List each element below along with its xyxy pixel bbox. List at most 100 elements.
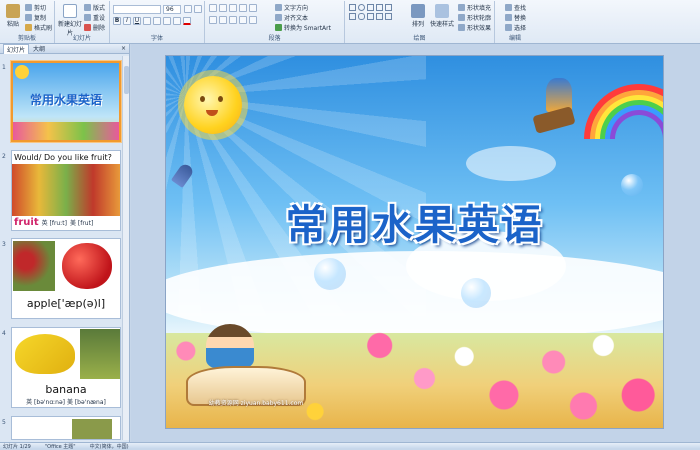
- align-right-icon[interactable]: [229, 16, 237, 24]
- delete-slide-button[interactable]: 删除: [84, 23, 105, 32]
- slide-number: 3: [2, 241, 6, 248]
- watermark-site: 幼教资源网 ziyuan.baby611.com: [208, 400, 304, 407]
- thumb-word: banana: [45, 383, 87, 396]
- select-button[interactable]: 选择: [505, 23, 526, 32]
- columns-icon[interactable]: [249, 16, 257, 24]
- paste-icon: [6, 4, 20, 18]
- slide-canvas: 常用水果英语 幼教资源网 ziyuan.baby611.com: [131, 44, 700, 442]
- arrow-shape-icon[interactable]: [376, 4, 383, 11]
- numbering-icon[interactable]: [219, 4, 227, 12]
- line-spacing-icon[interactable]: [249, 4, 257, 12]
- slide-thumbnail-4[interactable]: banana 英 [bə'nɑːnə] 美 [bə'næna]: [11, 327, 121, 408]
- font-color-icon[interactable]: [183, 17, 191, 25]
- align-center-icon[interactable]: [219, 16, 227, 24]
- oval-shape-icon[interactable]: [358, 4, 365, 11]
- outline-icon: [458, 14, 465, 21]
- text-direction-button[interactable]: 文字方向: [275, 3, 308, 12]
- clipboard-label: 剪贴板: [17, 35, 36, 42]
- paragraph-label: 段落: [268, 35, 281, 42]
- effects-icon: [458, 24, 465, 31]
- editing-label: 编辑: [508, 35, 521, 42]
- language-indicator[interactable]: 中文(简体，中国): [90, 443, 129, 450]
- shape-outline-button[interactable]: 形状轮廓: [458, 13, 491, 22]
- strikethrough-icon[interactable]: [143, 17, 151, 25]
- drawing-group: 排列 快速样式 形状填充 形状轮廓 形状效果 绘图: [345, 1, 495, 43]
- smartart-icon: [275, 24, 282, 31]
- shape-effects-button[interactable]: 形状效果: [458, 23, 491, 32]
- arrange-button[interactable]: 排列: [407, 4, 429, 28]
- bubble: [314, 258, 346, 290]
- font-name-box[interactable]: [113, 5, 161, 14]
- children-illustration: [206, 324, 254, 368]
- brace-shape-icon[interactable]: [376, 13, 383, 20]
- change-case-icon[interactable]: [173, 17, 181, 25]
- reset-button[interactable]: 重设: [84, 13, 105, 22]
- pane-scrollbar[interactable]: [122, 56, 129, 440]
- char-spacing-icon[interactable]: [163, 17, 171, 25]
- pane-tabs: 幻灯片 大纲 ×: [0, 43, 129, 54]
- layout-icon: [84, 4, 91, 11]
- brush-icon: [25, 24, 32, 31]
- layout-button[interactable]: 版式: [84, 3, 105, 12]
- format-painter-button[interactable]: 格式刷: [25, 23, 52, 32]
- fruit-image: [72, 419, 112, 439]
- increase-indent-icon[interactable]: [239, 4, 247, 12]
- shape-fill-button[interactable]: 形状填充: [458, 3, 491, 12]
- italic-button[interactable]: I: [123, 17, 131, 25]
- clipboard-group: 粘贴 剪切 复制 格式刷 剪贴板: [0, 1, 55, 43]
- apple-tree-image: [13, 241, 55, 291]
- triangle-shape-icon[interactable]: [385, 4, 392, 11]
- cut-button[interactable]: 剪切: [25, 3, 46, 12]
- star-shape-icon[interactable]: [349, 13, 356, 20]
- copy-button[interactable]: 复制: [25, 13, 46, 22]
- ribbon: 粘贴 剪切 复制 格式刷 剪贴板 新建幻灯片 版式 重设 删除 幻灯片 96 B…: [0, 0, 700, 44]
- status-bar: 幻灯片 1/29 "Office 主题" 中文(简体，中国): [0, 442, 700, 450]
- rounded-rect-shape-icon[interactable]: [358, 13, 365, 20]
- slide-thumbnail-2[interactable]: Would/ Do you like fruit? fruit 英 [fruːt…: [11, 150, 121, 231]
- arrange-icon: [411, 4, 425, 18]
- sun-icon: [15, 65, 29, 79]
- callout-shape-icon[interactable]: [367, 13, 374, 20]
- font-label: 字体: [150, 35, 163, 42]
- curve-shape-icon[interactable]: [385, 13, 392, 20]
- thumb-word: apple['æp(ə)l]: [26, 297, 106, 310]
- smartart-button[interactable]: 转换为 SmartArt: [275, 23, 331, 32]
- main-slide[interactable]: 常用水果英语 幼教资源网 ziyuan.baby611.com: [165, 55, 664, 429]
- slide-title[interactable]: 常用水果英语: [166, 191, 663, 251]
- slide-counter: 幻灯片 1/29: [3, 443, 31, 450]
- decrease-indent-icon[interactable]: [229, 4, 237, 12]
- close-pane-icon[interactable]: ×: [121, 45, 126, 52]
- align-left-icon[interactable]: [209, 16, 217, 24]
- font-size-box[interactable]: 96: [163, 5, 181, 14]
- shadow-icon[interactable]: [153, 17, 161, 25]
- slide-thumbnail-3[interactable]: apple['æp(ə)l]: [11, 238, 121, 319]
- slide-number: 1: [2, 64, 6, 71]
- rectangle-shape-icon[interactable]: [349, 4, 356, 11]
- binoculars-icon: [505, 4, 512, 11]
- underline-button[interactable]: U: [133, 17, 141, 25]
- quick-styles-button[interactable]: 快速样式: [429, 4, 455, 28]
- align-text-button[interactable]: 对齐文本: [275, 13, 308, 22]
- bold-button[interactable]: B: [113, 17, 121, 25]
- grow-font-icon[interactable]: [184, 5, 192, 13]
- scroll-thumb[interactable]: [124, 66, 129, 94]
- align-text-icon: [275, 14, 282, 21]
- paste-button[interactable]: 粘贴: [2, 4, 24, 28]
- slide-number: 5: [2, 419, 6, 426]
- slide-thumbnail-1[interactable]: 常用水果英语: [11, 61, 121, 142]
- line-shape-icon[interactable]: [367, 4, 374, 11]
- slide-thumbnail-5[interactable]: [11, 416, 121, 440]
- shrink-font-icon[interactable]: [194, 5, 202, 13]
- bullets-icon[interactable]: [209, 4, 217, 12]
- justify-icon[interactable]: [239, 16, 247, 24]
- banana-image: [15, 334, 75, 374]
- tab-slides[interactable]: 幻灯片: [3, 43, 30, 54]
- phonetic-us: 美 [frut]: [69, 220, 94, 227]
- tab-outline[interactable]: 大纲: [33, 44, 45, 53]
- find-button[interactable]: 查找: [505, 3, 526, 12]
- replace-button[interactable]: 替换: [505, 13, 526, 22]
- thumb-phonetics: 英 [bə'nɑːnə] 美 [bə'næna]: [26, 399, 106, 406]
- drawing-label: 绘图: [413, 35, 426, 42]
- bubble: [461, 278, 491, 308]
- fill-icon: [458, 4, 465, 11]
